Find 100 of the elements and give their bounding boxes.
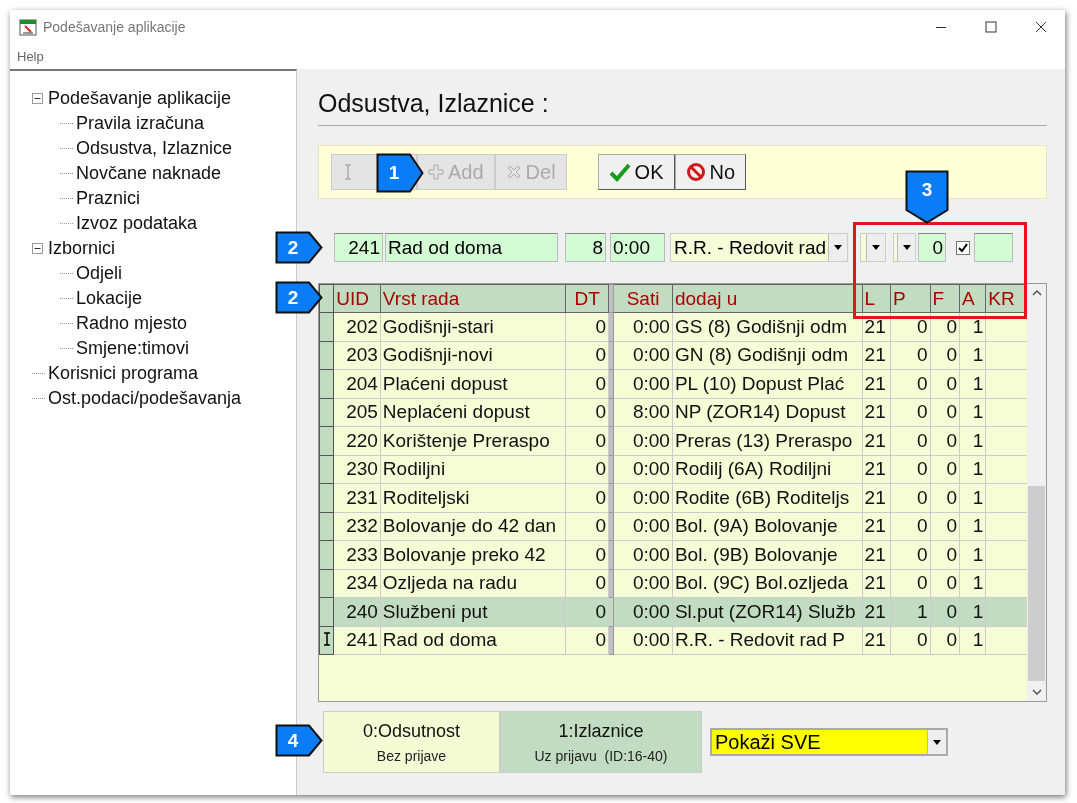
table-cell: 232 — [333, 512, 381, 541]
row-header[interactable] — [319, 597, 334, 626]
dropdown[interactable] — [860, 233, 886, 262]
tree-item[interactable]: Izvoz podataka — [76, 213, 198, 234]
column-header[interactable]: Sati — [613, 284, 673, 313]
table-row[interactable]: 232 Bolovanje do 42 dan 0 0:00 Bol. (9A) Bolovanje 21 0 0 1 — [319, 512, 1028, 541]
table-cell: 21 — [862, 626, 891, 655]
column-header[interactable]: F — [930, 284, 960, 313]
table-row[interactable]: 234 Ozljeda na radu 0 0:00 Bol. (9C) Bol.ozljeda 21 0 0 1 — [319, 569, 1028, 598]
column-header[interactable]: Vrst rada — [380, 284, 566, 313]
table-cell: 0:00 — [613, 597, 673, 626]
input-field[interactable]: 0:00 — [610, 233, 665, 262]
table-cell: Neplaćeni dopust — [380, 398, 566, 427]
table-cell: Bol. (9C) Bol.ozljeda — [672, 569, 863, 598]
row-header[interactable] — [319, 312, 334, 341]
column-header[interactable]: A — [959, 284, 986, 313]
input-field[interactable]: 0 — [918, 233, 946, 262]
maximize-icon[interactable] — [985, 20, 997, 33]
table-row[interactable]: 230 Rodiljni 0 0:00 Rodilj (6A) Rodiljni 21 0 0 1 — [319, 455, 1028, 484]
table-row[interactable]: 203 Godišnji-novi 0 0:00 GN (8) Godišnji odm 21 0 0 1 — [319, 341, 1028, 370]
table-row[interactable]: 204 Plaćeni dopust 0 0:00 PL (10) Dopust Plać 21 0 0 1 — [319, 369, 1028, 398]
table-cell: PL (10) Dopust Plać — [672, 369, 863, 398]
row-header[interactable] — [319, 426, 334, 455]
row-header[interactable] — [319, 455, 334, 484]
input-field[interactable]: 8 — [565, 233, 606, 262]
input-field[interactable]: 241 — [334, 233, 383, 262]
row-header[interactable] — [319, 569, 334, 598]
table-cell: 234 — [333, 569, 381, 598]
collapse-icon[interactable] — [32, 243, 43, 254]
table-cell: 0 — [930, 369, 960, 398]
table-cell: 0:00 — [613, 483, 673, 512]
row-header[interactable] — [319, 398, 334, 427]
table-cell: 0:00 — [613, 312, 673, 341]
dropdown[interactable] — [893, 233, 916, 262]
table-row[interactable]: 220 Korištenje Preraspo 0 0:00 Preras (13) Preraspo 21 0 0 1 — [319, 426, 1028, 455]
table-cell: Godišnji-novi — [380, 341, 566, 370]
column-header[interactable]: UID — [333, 284, 381, 313]
table-row[interactable]: 233 Bolovanje preko 42 0 0:00 Bol. (9B) Bolovanje 21 0 0 1 — [319, 540, 1028, 569]
table-cell: 0 — [930, 512, 960, 541]
row-header[interactable] — [319, 369, 334, 398]
row-header[interactable] — [319, 483, 334, 512]
menu-item[interactable]: Help — [17, 48, 44, 64]
scrollbar[interactable] — [1027, 284, 1046, 701]
table-cell: 220 — [333, 426, 381, 455]
scroll-up-icon[interactable] — [1031, 290, 1042, 296]
table-row[interactable]: 231 Roditeljski 0 0:00 Rodite (6B) Roditeljs 21 0 0 1 — [319, 483, 1028, 512]
table-cell: Rodite (6B) Roditeljs — [672, 483, 863, 512]
table-row[interactable]: 241 Rad od doma 0 0:00 R.R. - Redovit rad P 21 0 0 1 — [319, 626, 1028, 655]
row-header[interactable] — [319, 626, 334, 655]
tree-item[interactable]: Ost.podaci/podešavanja — [48, 388, 242, 409]
tree-item[interactable]: Podešavanje aplikacije — [48, 88, 232, 109]
tree-item[interactable]: Pravila izračuna — [76, 113, 205, 134]
x-icon — [505, 164, 522, 180]
tree-item[interactable]: Smjene:timovi — [76, 338, 190, 359]
tree-item[interactable]: Izbornici — [48, 238, 116, 259]
row-header[interactable] — [319, 341, 334, 370]
tree-item[interactable]: Radno mjesto — [76, 313, 188, 334]
table-cell: 241 — [333, 626, 381, 655]
close-icon[interactable] — [1035, 20, 1047, 33]
cancel-button[interactable]: No — [674, 154, 747, 190]
table-cell: 21 — [862, 426, 891, 455]
filter-dropdown[interactable]: Pokaži SVE — [710, 728, 948, 756]
table-cell: Bolovanje preko 42 — [380, 540, 566, 569]
text-cursor-icon — [342, 163, 354, 181]
row-header[interactable] — [319, 512, 334, 541]
tree-item[interactable]: Praznici — [76, 188, 141, 209]
table-cell: 0 — [565, 483, 609, 512]
column-header[interactable]: DT — [565, 284, 609, 313]
tree-item[interactable]: Lokacije — [76, 288, 143, 309]
row-header[interactable] — [319, 540, 334, 569]
tab[interactable]: 0:Odsutnost Bez prijave — [323, 711, 500, 773]
tree-item[interactable]: Odjeli — [76, 263, 123, 284]
dropdown[interactable]: R.R. - Redovit rad — [670, 233, 848, 262]
column-header[interactable]: L — [862, 284, 891, 313]
input-field[interactable]: Rad od doma — [385, 233, 558, 262]
collapse-icon[interactable] — [32, 93, 43, 104]
table-cell: 0 — [930, 569, 960, 598]
table-row[interactable]: 202 Godišnji-stari 0 0:00 GS (8) Godišnji odm 21 0 0 1 — [319, 312, 1028, 341]
tree-item[interactable]: Odsustva, Izlaznice — [76, 138, 233, 159]
checkbox[interactable] — [956, 240, 970, 255]
tree-item[interactable]: Novčane naknade — [76, 163, 222, 184]
table-cell: 0:00 — [613, 569, 673, 598]
column-header[interactable]: dodaj u — [672, 284, 863, 313]
scroll-down-icon[interactable] — [1031, 689, 1042, 695]
table-row[interactable]: 205 Neplaćeni dopust 0 8:00 NP (ZOR14) Dopust 21 0 0 1 — [319, 398, 1028, 427]
table-cell: 0 — [890, 540, 931, 569]
tab[interactable]: 1:Izlaznice Uz prijavu (ID:16-40) — [500, 711, 702, 773]
table-cell: 203 — [333, 341, 381, 370]
plus-icon — [428, 164, 444, 180]
column-header[interactable]: P — [890, 284, 931, 313]
table-cell: 0 — [930, 626, 960, 655]
tree-item[interactable]: Korisnici programa — [48, 363, 199, 384]
table-cell: GN (8) Godišnji odm — [672, 341, 863, 370]
table-cell: R.R. - Redovit rad P — [672, 626, 863, 655]
confirm-button[interactable]: OK — [597, 154, 675, 190]
input-field[interactable] — [974, 233, 1013, 262]
table-cell: 231 — [333, 483, 381, 512]
table-cell: 21 — [862, 341, 891, 370]
table-row[interactable]: 240 Službeni put 0 0:00 Sl.put (ZOR14) Služb 21 1 0 1 — [319, 597, 1028, 626]
text-cursor-icon — [322, 632, 331, 647]
